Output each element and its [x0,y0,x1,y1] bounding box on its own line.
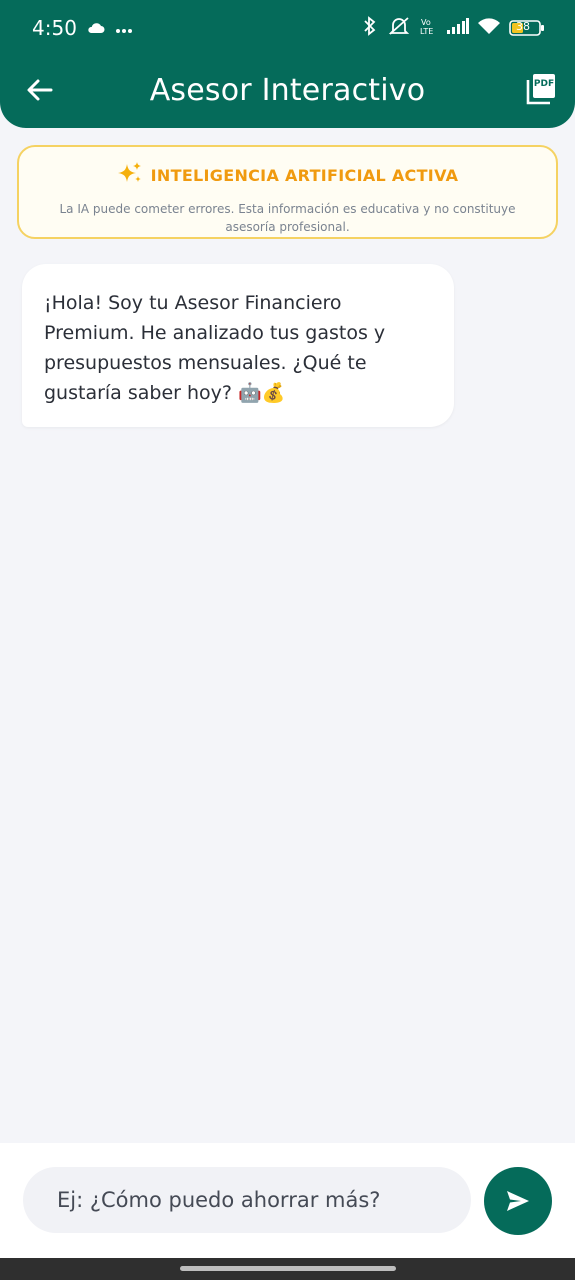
wifi-icon [478,17,500,39]
svg-text:LTE: LTE [420,27,433,35]
message-text: ¡Hola! Soy tu Asesor Financiero Premium.… [44,292,386,404]
pdf-icon-label: PDF [533,79,555,89]
pdf-icon: PDF [525,72,557,106]
ai-banner-title: INTELIGENCIA ARTIFICIAL ACTIVA [150,166,459,185]
status-bar: 4:50 Vo LTE 38 [0,0,575,56]
system-nav-bar [0,1258,575,1280]
bluetooth-icon [362,16,378,40]
app-bar: Asesor Interactivo PDF [0,60,575,120]
svg-text:Vo: Vo [421,18,431,27]
battery-icon: 38 [509,19,545,37]
ai-banner-note: La IA puede cometer errores. Esta inform… [59,202,516,234]
arrow-left-icon [27,79,53,101]
cloud-icon [87,19,105,38]
volte-icon: Vo LTE [420,17,438,39]
battery-level: 38 [516,20,530,33]
signal-icon [447,18,469,38]
app-header: 4:50 Vo LTE 38 Asesor Interactivo PDF [0,0,575,128]
ai-disclaimer-banner: INTELIGENCIA ARTIFICIAL ACTIVA La IA pue… [17,145,558,239]
assistant-message: ¡Hola! Soy tu Asesor Financiero Premium.… [22,264,454,427]
send-icon [507,1191,529,1211]
status-time: 4:50 [32,16,77,40]
mute-icon [387,16,411,40]
message-composer [0,1143,575,1258]
back-button[interactable] [24,74,56,106]
page-title: Asesor Interactivo [149,72,426,108]
home-gesture-handle[interactable] [180,1266,396,1271]
export-pdf-button[interactable]: PDF [525,72,557,106]
sparkles-icon [117,161,143,190]
more-dots-icon [115,19,133,38]
send-button[interactable] [484,1167,552,1235]
message-input[interactable] [23,1167,471,1233]
